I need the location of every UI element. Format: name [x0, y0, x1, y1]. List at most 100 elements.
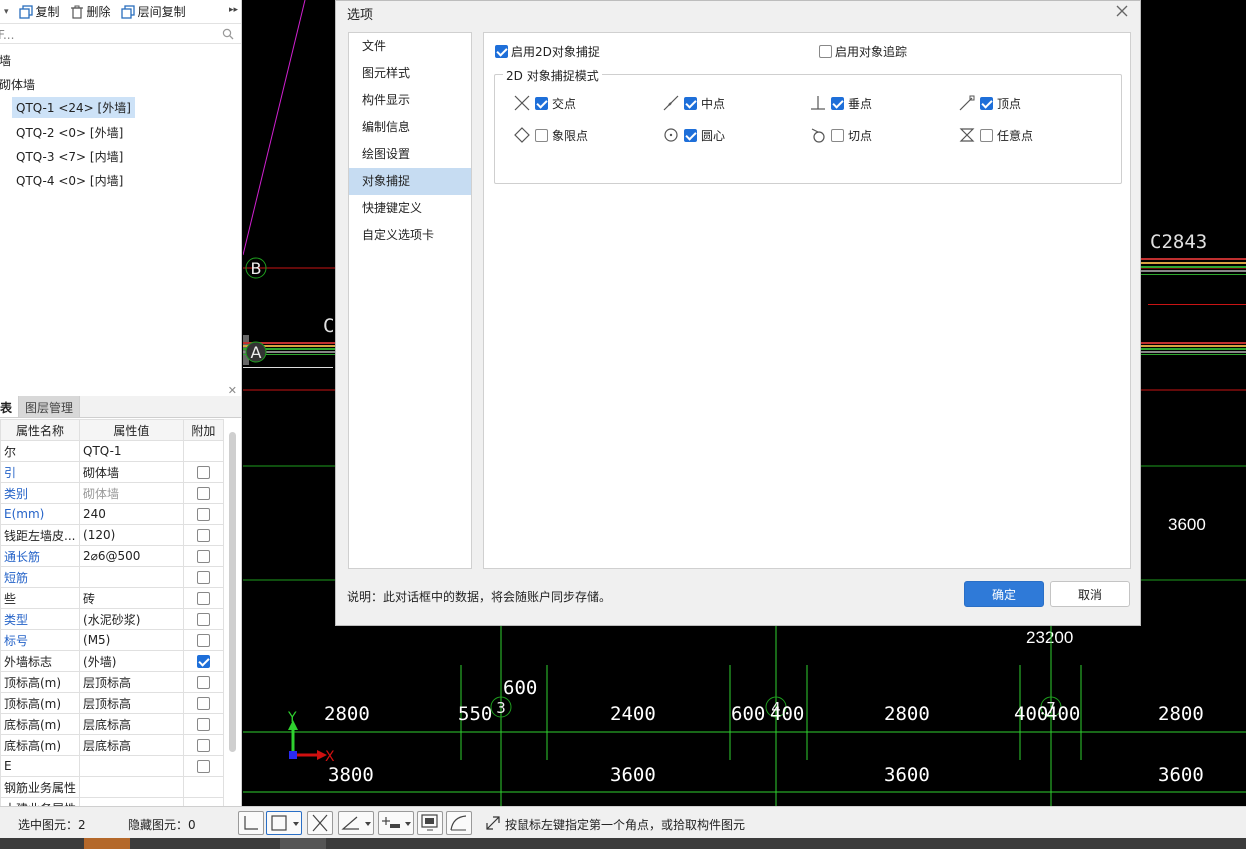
table-row[interactable]: 外墙标志 (外墙): [0, 650, 225, 672]
snap-center[interactable]: 圆心: [662, 126, 725, 144]
tree-node-qtq-1[interactable]: QTQ-1 <24> [外墙]: [12, 97, 135, 118]
table-row[interactable]: E(mm) 240: [0, 503, 225, 525]
table-row[interactable]: 类型 (水泥砂浆): [0, 608, 225, 630]
table-row[interactable]: 底标高(m) 层底标高: [0, 713, 225, 735]
property-value[interactable]: 层顶标高: [79, 671, 184, 693]
nav-item-compile-info[interactable]: 编制信息: [349, 114, 471, 141]
table-row[interactable]: 些砖: [0, 587, 225, 609]
extra-checkbox[interactable]: [196, 676, 210, 689]
table-row[interactable]: 标号 (M5): [0, 629, 225, 651]
nav-item-element-style[interactable]: 图元样式: [349, 60, 471, 87]
tree-node-masonry-wall[interactable]: 砌体墙: [0, 76, 35, 93]
nav-item-object-snap[interactable]: 对象捕捉: [349, 168, 471, 195]
property-value[interactable]: 240: [79, 503, 184, 525]
nav-item-drawing-settings[interactable]: 绘图设置: [349, 141, 471, 168]
checkbox-icon[interactable]: [535, 128, 548, 142]
delete-button[interactable]: 删除: [70, 3, 111, 20]
tree-node-qtq-4[interactable]: QTQ-4 <0> [内墙]: [16, 172, 123, 189]
component-search[interactable]: F...: [0, 26, 241, 44]
checkbox-icon[interactable]: [831, 128, 844, 142]
tree-node-qtq-3[interactable]: QTQ-3 <7> [内墙]: [16, 148, 123, 165]
property-value[interactable]: 层顶标高: [79, 692, 184, 714]
tab-property-table[interactable]: 表: [0, 396, 20, 417]
intersection-toggle[interactable]: [307, 811, 333, 835]
table-row[interactable]: 短筋: [0, 566, 225, 588]
close-icon[interactable]: [1114, 3, 1130, 19]
checkbox-icon[interactable]: [831, 96, 844, 110]
checkbox-icon[interactable]: [684, 96, 697, 110]
tab-layer-management[interactable]: 图层管理: [19, 396, 81, 417]
snap-endpoint[interactable]: 顶点: [958, 94, 1021, 112]
table-row[interactable]: 底标高(m) 层底标高: [0, 734, 225, 756]
extra-checkbox[interactable]: [196, 592, 210, 605]
extra-checkbox[interactable]: [196, 718, 210, 731]
table-row[interactable]: 通长筋 2⌀6@500: [0, 545, 225, 567]
snap-midpoint[interactable]: 中点: [662, 94, 725, 112]
floor-copy-button[interactable]: 层间复制: [120, 3, 186, 20]
angle-toggle[interactable]: [338, 811, 374, 835]
property-value[interactable]: [79, 776, 184, 798]
search-icon[interactable]: [222, 28, 234, 40]
nav-item-custom-tabs[interactable]: 自定义选项卡: [349, 222, 471, 249]
snap-toggle[interactable]: [266, 811, 302, 835]
checkbox-icon[interactable]: [684, 128, 697, 142]
checkbox-icon[interactable]: [980, 96, 993, 110]
nav-item-shortcut-keys[interactable]: 快捷键定义: [349, 195, 471, 222]
snap-quadrant[interactable]: 象限点: [513, 126, 588, 144]
property-value[interactable]: 砖: [79, 587, 184, 609]
property-value[interactable]: (120): [79, 524, 184, 546]
extra-checkbox[interactable]: [196, 655, 210, 668]
extra-checkbox[interactable]: [196, 550, 210, 563]
extra-checkbox[interactable]: [196, 697, 210, 710]
property-value[interactable]: (M5): [79, 629, 184, 651]
property-scrollbar[interactable]: [229, 432, 236, 752]
table-row[interactable]: 类别 砌体墙: [0, 482, 225, 504]
property-value[interactable]: 砌体墙: [79, 482, 184, 504]
ok-button[interactable]: 确定: [964, 581, 1044, 607]
table-row[interactable]: 引砌体墙: [0, 461, 225, 483]
property-value[interactable]: 层底标高: [79, 734, 184, 756]
snap-tangent[interactable]: 切点: [809, 126, 872, 144]
taskbar-app-active[interactable]: [280, 838, 326, 849]
property-value[interactable]: [79, 755, 184, 777]
extra-checkbox[interactable]: [196, 466, 210, 479]
table-row[interactable]: 钢筋业务属性: [0, 776, 225, 798]
table-row[interactable]: E: [0, 755, 225, 777]
property-value[interactable]: 砌体墙: [79, 461, 184, 483]
checkbox-icon[interactable]: [535, 96, 548, 110]
snap-intersection[interactable]: 交点: [513, 94, 576, 112]
extra-checkbox[interactable]: [196, 634, 210, 647]
nav-item-component-display[interactable]: 构件显示: [349, 87, 471, 114]
property-value[interactable]: (水泥砂浆): [79, 608, 184, 630]
extra-checkbox[interactable]: [196, 487, 210, 500]
tree-node-wall[interactable]: 墙: [0, 52, 11, 69]
enable-tracking-checkbox[interactable]: 启用对象追踪: [819, 43, 907, 60]
extra-checkbox[interactable]: [196, 508, 210, 521]
cancel-button[interactable]: 取消: [1050, 581, 1130, 607]
extra-checkbox[interactable]: [196, 739, 210, 752]
copy-button[interactable]: 复制: [18, 3, 60, 20]
snap-nearest[interactable]: 任意点: [958, 126, 1033, 144]
property-value[interactable]: 层底标高: [79, 713, 184, 735]
tree-node-qtq-2[interactable]: QTQ-2 <0> [外墙]: [16, 124, 123, 141]
table-row[interactable]: 钱距左墙皮... (120): [0, 524, 225, 546]
extra-checkbox[interactable]: [196, 529, 210, 542]
property-value[interactable]: (外墙): [79, 650, 184, 672]
extra-checkbox[interactable]: [196, 571, 210, 584]
property-value[interactable]: 2⌀6@500: [79, 545, 184, 567]
table-row[interactable]: 尔 QTQ-1: [0, 440, 225, 462]
nav-item-file[interactable]: 文件: [349, 33, 471, 60]
ortho-toggle[interactable]: [238, 811, 264, 835]
extra-checkbox[interactable]: [196, 613, 210, 626]
arc-toggle[interactable]: [446, 811, 472, 835]
extra-checkbox[interactable]: [196, 760, 210, 773]
snap-perpendicular[interactable]: 垂点: [809, 94, 872, 112]
property-value[interactable]: [79, 566, 184, 588]
checkbox-icon[interactable]: [980, 128, 993, 142]
table-row[interactable]: 顶标高(m) 层顶标高: [0, 692, 225, 714]
dropdown-arrow-icon[interactable]: ▾: [4, 7, 9, 17]
table-row[interactable]: 土建业务属性: [0, 797, 225, 806]
table-row[interactable]: 顶标高(m) 层顶标高: [0, 671, 225, 693]
display-toggle[interactable]: [417, 811, 443, 835]
property-value[interactable]: [79, 797, 184, 806]
